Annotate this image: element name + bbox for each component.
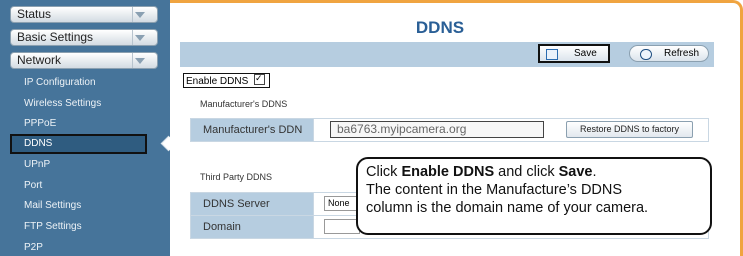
menu-basic-settings[interactable]: Basic Settings (10, 29, 158, 46)
manufacturer-section-title: Manufacturer's DDNS (200, 99, 288, 109)
sidebar-item-port[interactable]: Port (24, 180, 42, 191)
sidebar-item-ddns[interactable]: DDNS (10, 134, 147, 154)
restore-ddns-button[interactable]: Restore DDNS to factory (566, 121, 693, 138)
sidebar-item-p2p[interactable]: P2P (24, 242, 43, 253)
floppy-disk-icon (546, 49, 558, 60)
callout-text: and click (494, 164, 559, 180)
menu-basic-settings-label: Basic Settings (17, 30, 94, 44)
domain-label: Domain (190, 215, 314, 239)
refresh-icon (640, 49, 652, 60)
menu-network-label: Network (17, 53, 62, 67)
sidebar-item-ftp-settings[interactable]: FTP Settings (24, 221, 82, 232)
menu-network[interactable]: Network (10, 52, 158, 69)
domain-input[interactable] (324, 219, 360, 234)
sidebar-item-wireless-settings[interactable]: Wireless Settings (24, 98, 101, 109)
chevron-down-icon (135, 12, 145, 18)
third-party-section-title: Third Party DDNS (200, 172, 273, 182)
callout-line-2: The content in the Manufacture’s DDNS (366, 182, 623, 198)
ddns-server-select[interactable]: None (324, 196, 358, 211)
callout-text: Click (366, 164, 402, 180)
manufacturer-ddns-cell: ba6763.myipcamera.org Restore DDNS to fa… (313, 118, 709, 142)
chevron-down-icon (135, 58, 145, 64)
callout-line-3: column is the domain name of your camera… (366, 200, 649, 216)
refresh-button-label: Refresh (664, 48, 700, 59)
callout-emphasis: Save (558, 164, 593, 180)
sidebar-item-upnp[interactable]: UPnP (24, 159, 50, 170)
toolbar: Save Refresh (180, 42, 714, 67)
table-row: Manufacturer's DDN ba6763.myipcamera.org… (190, 118, 709, 142)
manufacturer-ddns-field[interactable]: ba6763.myipcamera.org (330, 121, 544, 138)
enable-ddns-checkbox[interactable] (254, 72, 266, 85)
sidebar-item-mail-settings[interactable]: Mail Settings (24, 200, 81, 211)
chevron-down-icon (135, 35, 145, 41)
page-title: DDNS (415, 18, 465, 37)
sidebar-item-pppoe[interactable]: PPPoE (24, 118, 56, 129)
save-button[interactable]: Save (538, 44, 610, 63)
menu-status-label: Status (17, 7, 52, 21)
menu-status[interactable]: Status (10, 6, 158, 23)
sidebar-item-ip-configuration[interactable]: IP Configuration (24, 77, 96, 88)
ddns-server-label: DDNS Server (190, 192, 314, 216)
sidebar: Status Basic Settings Network IP Configu… (0, 0, 170, 256)
enable-ddns-row[interactable]: Enable DDNS (183, 72, 271, 88)
manufacturer-table: Manufacturer's DDN ba6763.myipcamera.org… (190, 118, 709, 142)
manufacturer-ddns-label: Manufacturer's DDN (190, 118, 314, 142)
instruction-callout: Click Enable DDNS and click Save. The co… (356, 157, 712, 235)
callout-text: . (592, 164, 597, 180)
callout-line-1: Click Enable DDNS and click Save. (366, 163, 710, 181)
save-button-label: Save (574, 48, 597, 59)
enable-ddns-label: Enable DDNS (186, 76, 249, 87)
callout-emphasis: Enable DDNS (401, 164, 495, 180)
refresh-button[interactable]: Refresh (629, 45, 709, 62)
